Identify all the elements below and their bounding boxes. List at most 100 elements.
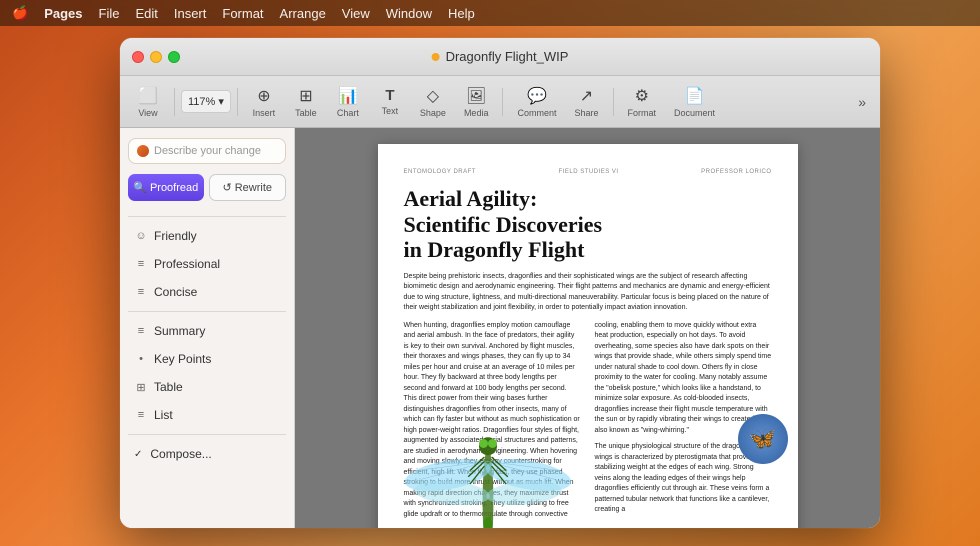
compose-label: Compose... bbox=[150, 447, 211, 461]
ai-menu-key-points[interactable]: • Key Points bbox=[128, 347, 286, 371]
toolbar-text[interactable]: T Text bbox=[370, 83, 410, 120]
ai-divider-1 bbox=[128, 216, 286, 217]
apple-menu[interactable]: 🍎 bbox=[12, 5, 28, 21]
share-icon: ↗ bbox=[580, 86, 593, 106]
menubar-file[interactable]: File bbox=[99, 6, 120, 21]
key-points-icon: • bbox=[134, 353, 148, 365]
toolbar-divider-1 bbox=[174, 88, 175, 116]
ai-menu-concise[interactable]: ≡ Concise bbox=[128, 280, 286, 304]
proofread-icon: 🔍 bbox=[133, 181, 147, 194]
title-center: Dragonfly Flight_WIP bbox=[432, 49, 569, 64]
close-button[interactable] bbox=[132, 51, 144, 63]
toolbar-chart[interactable]: 📊 Chart bbox=[328, 82, 368, 122]
shape-icon: ◇ bbox=[427, 86, 439, 106]
ai-menu-summary[interactable]: ≡ Summary bbox=[128, 319, 286, 343]
friendly-label: Friendly bbox=[154, 229, 197, 243]
dragonfly-illustration bbox=[398, 384, 578, 528]
main-content: Describe your change 🔍 Proofread ↺ Rewri… bbox=[120, 128, 880, 528]
toolbar-media-label: Media bbox=[464, 108, 489, 118]
table-label: Table bbox=[154, 380, 183, 394]
view-icon: ⬜ bbox=[138, 86, 158, 106]
doc-scroll[interactable]: ENTOMOLOGY DRAFT FIELD STUDIES VI PROFES… bbox=[295, 128, 880, 528]
menubar-window[interactable]: Window bbox=[386, 6, 432, 21]
header-left: ENTOMOLOGY DRAFT bbox=[404, 168, 476, 176]
toolbar-document-label: Document bbox=[674, 108, 715, 118]
ai-input-box[interactable]: Describe your change bbox=[128, 138, 286, 164]
window-title: Dragonfly Flight_WIP bbox=[446, 49, 569, 64]
title-bar: Dragonfly Flight_WIP bbox=[120, 38, 880, 76]
toolbar-divider-3 bbox=[502, 88, 503, 116]
key-points-label: Key Points bbox=[154, 352, 211, 366]
toolbar-document[interactable]: 📄 Document bbox=[666, 82, 723, 122]
page-header: ENTOMOLOGY DRAFT FIELD STUDIES VI PROFES… bbox=[404, 168, 772, 176]
butterfly-badge: 🦋 bbox=[738, 414, 788, 464]
toolbar-view-label: View bbox=[138, 108, 157, 118]
summary-label: Summary bbox=[154, 324, 205, 338]
friendly-icon: ☺ bbox=[134, 230, 148, 242]
document-page: ENTOMOLOGY DRAFT FIELD STUDIES VI PROFES… bbox=[378, 144, 798, 528]
format-icon: ⚙ bbox=[635, 86, 649, 106]
toolbar-format[interactable]: ⚙ Format bbox=[620, 82, 665, 122]
professional-icon: ≡ bbox=[134, 258, 148, 270]
menubar-help[interactable]: Help bbox=[448, 6, 475, 21]
toolbar-view[interactable]: ⬜ View bbox=[128, 82, 168, 122]
ai-input-placeholder: Describe your change bbox=[154, 145, 261, 157]
media-icon: 🖼 bbox=[466, 86, 486, 106]
professional-label: Professional bbox=[154, 257, 220, 271]
rewrite-button[interactable]: ↺ Rewrite bbox=[209, 174, 287, 201]
list-label: List bbox=[154, 408, 173, 422]
toolbar-insert-label: Insert bbox=[253, 108, 276, 118]
toolbar-chart-label: Chart bbox=[337, 108, 359, 118]
toolbar-comment-label: Comment bbox=[517, 108, 556, 118]
maximize-button[interactable] bbox=[168, 51, 180, 63]
summary-icon: ≡ bbox=[134, 325, 148, 337]
toolbar-insert[interactable]: ⊕ Insert bbox=[244, 82, 284, 122]
app-window: Dragonfly Flight_WIP ⬜ View 117% ▾ ⊕ Ins… bbox=[120, 38, 880, 528]
ai-divider-2 bbox=[128, 311, 286, 312]
toolbar-text-label: Text bbox=[382, 106, 399, 116]
ai-menu-compose[interactable]: ✓ Compose... bbox=[128, 442, 286, 466]
menubar-insert[interactable]: Insert bbox=[174, 6, 207, 21]
toolbar-table-label: Table bbox=[295, 108, 317, 118]
toolbar-shape-label: Shape bbox=[420, 108, 446, 118]
header-right: PROFESSOR LORICO bbox=[701, 168, 771, 176]
ai-menu-friendly[interactable]: ☺ Friendly bbox=[128, 224, 286, 248]
unsaved-indicator bbox=[432, 53, 440, 61]
comment-icon: 💬 bbox=[527, 86, 547, 106]
document-icon: 📄 bbox=[685, 86, 705, 106]
toolbar-table[interactable]: ⊞ Table bbox=[286, 82, 326, 122]
text-icon: T bbox=[385, 87, 394, 104]
toolbar-format-label: Format bbox=[628, 108, 657, 118]
menubar-pages[interactable]: Pages bbox=[44, 6, 82, 21]
list-icon: ≡ bbox=[134, 409, 148, 421]
toolbar-more-button[interactable]: » bbox=[852, 90, 872, 114]
toolbar-share-label: Share bbox=[574, 108, 598, 118]
ai-action-row: 🔍 Proofread ↺ Rewrite bbox=[128, 174, 286, 201]
menubar-format[interactable]: Format bbox=[222, 6, 263, 21]
toolbar-divider-2 bbox=[237, 88, 238, 116]
traffic-lights bbox=[132, 51, 180, 63]
toolbar-zoom[interactable]: 117% ▾ bbox=[181, 90, 231, 113]
toolbar-shape[interactable]: ◇ Shape bbox=[412, 82, 454, 122]
toolbar-media[interactable]: 🖼 Media bbox=[456, 82, 497, 122]
page-intro: Despite being prehistoric insects, drago… bbox=[404, 272, 772, 313]
toolbar-divider-4 bbox=[613, 88, 614, 116]
toolbar-share[interactable]: ↗ Share bbox=[566, 82, 606, 122]
menubar-edit[interactable]: Edit bbox=[135, 6, 157, 21]
ai-sidebar: Describe your change 🔍 Proofread ↺ Rewri… bbox=[120, 128, 295, 528]
header-center: FIELD STUDIES VI bbox=[559, 168, 619, 176]
concise-label: Concise bbox=[154, 285, 197, 299]
toolbar: ⬜ View 117% ▾ ⊕ Insert ⊞ Table 📊 Chart T… bbox=[120, 76, 880, 128]
ai-menu-professional[interactable]: ≡ Professional bbox=[128, 252, 286, 276]
proofread-button[interactable]: 🔍 Proofread bbox=[128, 174, 204, 201]
ai-menu-list[interactable]: ≡ List bbox=[128, 403, 286, 427]
menubar-view[interactable]: View bbox=[342, 6, 370, 21]
proofread-label: Proofread bbox=[150, 182, 198, 194]
page-title: Aerial Agility:Scientific Discoveriesin … bbox=[404, 186, 772, 262]
ai-menu-table[interactable]: ⊞ Table bbox=[128, 375, 286, 399]
compose-check-icon: ✓ bbox=[134, 449, 142, 460]
menubar-arrange[interactable]: Arrange bbox=[280, 6, 326, 21]
toolbar-comment[interactable]: 💬 Comment bbox=[509, 82, 564, 122]
menubar: 🍎 Pages File Edit Insert Format Arrange … bbox=[0, 0, 980, 26]
minimize-button[interactable] bbox=[150, 51, 162, 63]
